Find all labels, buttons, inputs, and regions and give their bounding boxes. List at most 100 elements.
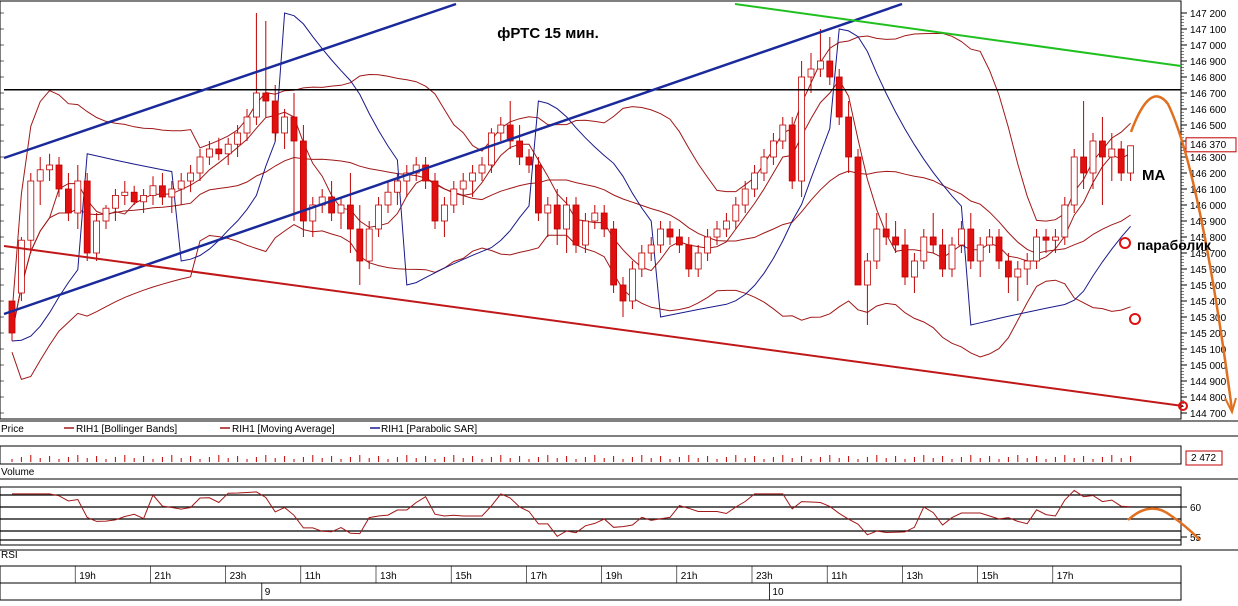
time-tick-label: 21h <box>154 571 171 582</box>
candle-bull <box>384 191 392 206</box>
candle-bull <box>440 204 448 222</box>
candle-bull <box>121 191 129 196</box>
rsi-line <box>12 489 1131 537</box>
price-tick-label: 145 600 <box>1190 265 1227 276</box>
candle-bear <box>535 164 542 214</box>
price-tick-label: 145 300 <box>1190 313 1227 324</box>
candle-bear <box>826 60 834 78</box>
bollinger-upper-band <box>11 32 1131 314</box>
time-tick-label: 19h <box>606 571 623 582</box>
candle-bear <box>516 140 523 158</box>
price-tick-label: 146 600 <box>1190 105 1227 116</box>
candle-bear <box>1080 156 1087 174</box>
candle-bear <box>845 116 852 158</box>
price-tick-label: 147 200 <box>1190 9 1227 20</box>
time-tick-label: 11h <box>831 571 847 582</box>
candle-bear <box>83 180 91 254</box>
price-tick-label: 146 900 <box>1190 57 1227 68</box>
candle-bear <box>356 228 364 262</box>
candle-bear <box>939 244 946 270</box>
candle-bull <box>694 252 702 270</box>
candle-bull <box>864 260 871 286</box>
candle-bull <box>807 68 815 78</box>
time-tick-label: 15h <box>455 571 472 582</box>
candle-bull <box>958 228 965 246</box>
candle-bear <box>967 228 975 262</box>
candle-bull <box>46 164 53 171</box>
candle-bear <box>1005 260 1012 278</box>
candle-bear <box>158 185 166 198</box>
candle-bear <box>892 236 899 246</box>
candle-bull <box>140 194 148 203</box>
candle-bull <box>375 204 383 230</box>
chart-canvas: 147 200 147 100 147 000 146 900 146 800 146 7… <box>0 0 1238 601</box>
candle-bull <box>487 132 495 166</box>
time-tick-label: 21h <box>681 571 698 582</box>
candle-bull <box>873 228 881 262</box>
time-tick-label: 23h <box>756 571 773 582</box>
candle-bear <box>290 116 298 142</box>
candle-bull <box>224 143 232 155</box>
candle-bull <box>196 156 204 174</box>
price-tick-label: 145 500 <box>1190 281 1227 292</box>
price-tick-label: 144 700 <box>1190 409 1227 420</box>
rsi-pane-frame <box>0 486 1182 546</box>
legend-moving-average: RIH1 [Moving Average] <box>232 424 335 435</box>
candle-bull <box>986 236 993 246</box>
annotation-ma: MA <box>1142 167 1165 184</box>
candle-bull <box>544 204 552 214</box>
candle-bull <box>591 212 599 222</box>
candle-bear <box>525 156 533 166</box>
volume-label: Volume <box>1 467 35 478</box>
legend-bollinger: RIH1 [Bollinger Bands] <box>76 424 177 435</box>
parabolic-sar-line <box>11 12 1131 342</box>
candle-bull <box>1023 260 1031 270</box>
candle-bear <box>1042 236 1050 241</box>
candle-bear <box>1117 148 1125 174</box>
candle-bull <box>27 180 35 241</box>
candle-bull <box>1061 204 1069 238</box>
candle-bull <box>798 76 805 182</box>
candle-bull <box>243 116 251 134</box>
green-resistance-line <box>734 3 1182 67</box>
candle-bear <box>854 156 862 286</box>
price-tick-label: 146 500 <box>1190 121 1227 132</box>
candle-bull <box>638 252 646 270</box>
rsi-label: RSI <box>1 550 18 561</box>
candle-bear <box>215 148 223 155</box>
price-pane-frame <box>0 0 1182 420</box>
candle-bull <box>582 220 589 246</box>
candle-bull <box>1052 236 1059 241</box>
candle-bull <box>365 228 373 262</box>
time-tick-label: 13h <box>906 571 923 582</box>
candle-bull <box>252 92 260 118</box>
price-tick-label: 145 000 <box>1190 361 1227 372</box>
candle-bull <box>647 244 655 254</box>
candle-bull <box>760 156 768 174</box>
candle-bull <box>177 180 185 190</box>
chart-title: фРТС 15 мин. <box>497 25 599 42</box>
time-tick-label: 17h <box>1057 571 1074 582</box>
candle-bull <box>770 140 777 158</box>
candle-bull <box>911 260 918 278</box>
price-tick-label: 145 100 <box>1190 345 1227 356</box>
candle-bear <box>995 236 1003 262</box>
candle-bull <box>102 207 110 222</box>
candle-bear <box>130 191 138 203</box>
time-tick-label: 19h <box>79 571 96 582</box>
candle-bear <box>431 180 439 222</box>
candle-bear <box>271 100 279 134</box>
candle-bear <box>600 212 608 230</box>
candle-bull <box>741 188 749 206</box>
time-tick-label: 11h <box>305 571 321 582</box>
price-tick-label: 147 100 <box>1190 25 1227 36</box>
day-tick-label: 9 <box>265 587 271 598</box>
candle-bull <box>723 220 730 230</box>
price-tick-label: 146 300 <box>1190 153 1227 164</box>
candle-bull <box>36 169 44 182</box>
volume-last-value: 2 472 <box>1191 453 1216 464</box>
price-tick-label: 144 900 <box>1190 377 1227 388</box>
candle-bear <box>835 76 843 118</box>
price-tick-label: 144 800 <box>1190 393 1227 404</box>
candle-bull <box>149 185 157 196</box>
